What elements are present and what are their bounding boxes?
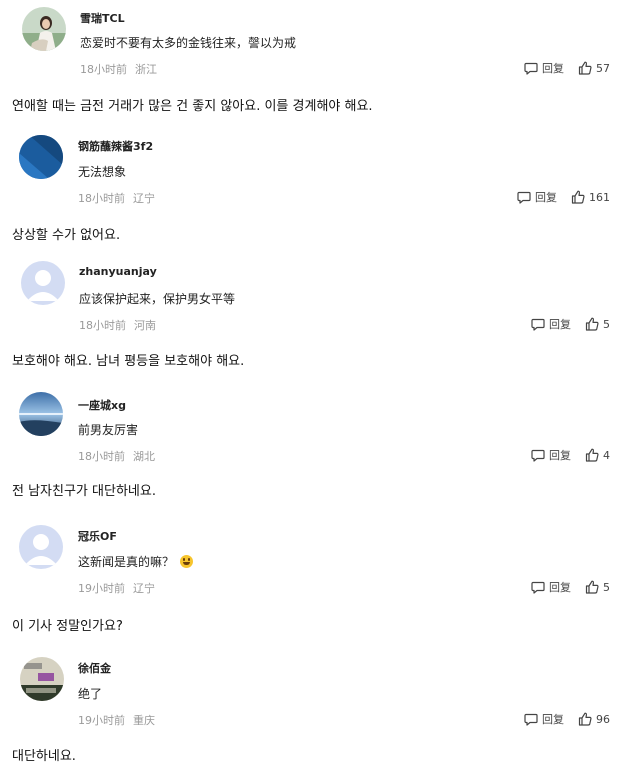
like-button[interactable]: 161 xyxy=(571,190,610,204)
comment-actions: 回复 161 xyxy=(517,189,610,205)
comment-actions: 回复 5 xyxy=(531,579,610,595)
timestamp: 19小时前 xyxy=(78,582,125,595)
reply-button[interactable]: 回复 xyxy=(531,316,571,332)
location: 河南 xyxy=(134,319,156,332)
reply-button[interactable]: 回复 xyxy=(531,579,571,595)
comment-item: 冠乐OF 这新闻是真的嘛？ 19小时前 辽宁 回复 5 이 기사 정말인가요? xyxy=(0,520,638,640)
like-button[interactable]: 57 xyxy=(578,61,610,75)
thumbs-up-icon xyxy=(578,61,596,75)
location: 湖北 xyxy=(133,450,155,463)
reply-button[interactable]: 回复 xyxy=(517,189,557,205)
username[interactable]: 雪瑞TCL xyxy=(80,10,125,26)
reply-label: 回复 xyxy=(535,191,557,204)
comment-item: 雪瑞TCL 恋爱时不要有太多的金钱往来，謦以为戒 18小时前 浙江 回复 57 연… xyxy=(0,0,638,120)
thumbs-up-icon xyxy=(585,317,603,331)
like-count: 4 xyxy=(603,448,610,462)
location: 辽宁 xyxy=(133,192,155,205)
comment-text: 恋爱时不要有太多的金钱往来，謦以为戒 xyxy=(80,36,297,50)
location: 辽宁 xyxy=(133,582,155,595)
like-count: 5 xyxy=(603,580,610,594)
comment-text: 无法想象 xyxy=(78,165,127,179)
comment-item: 钢筋蘸辣酱3f2 无法想象 18小时前 辽宁 回复 161 상상할 수가 없어요. xyxy=(0,128,638,248)
comment-meta: 18小时前 河南 xyxy=(79,317,156,333)
like-count: 96 xyxy=(596,712,610,726)
like-button[interactable]: 5 xyxy=(585,580,610,594)
comment-bubble-icon xyxy=(531,449,549,462)
avatar[interactable] xyxy=(19,135,63,179)
username[interactable]: 冠乐OF xyxy=(78,528,117,544)
comment-bubble-icon xyxy=(524,713,542,726)
comment-actions: 回复 5 xyxy=(531,316,610,332)
reply-label: 回复 xyxy=(542,62,564,75)
comment-bubble-icon xyxy=(531,581,549,594)
comment-text-content: 这新闻是真的嘛？ xyxy=(78,555,175,569)
location: 浙江 xyxy=(135,63,157,76)
username[interactable]: 徐佰金 xyxy=(78,660,111,676)
comment-text: 前男友厉害 xyxy=(78,423,139,437)
reply-label: 回复 xyxy=(549,581,571,594)
comment-bubble-icon xyxy=(517,191,535,204)
avatar[interactable] xyxy=(22,7,66,51)
avatar[interactable] xyxy=(19,525,63,569)
avatar[interactable] xyxy=(20,657,64,701)
thumbs-up-icon xyxy=(571,190,589,204)
comment-bubble-icon xyxy=(524,62,542,75)
reply-label: 回复 xyxy=(549,318,571,331)
comment-bubble-icon xyxy=(531,318,549,331)
username[interactable]: zhanyuanjay xyxy=(79,265,157,278)
translation-text: 이 기사 정말인가요? xyxy=(12,619,123,634)
timestamp: 18小时前 xyxy=(79,319,126,332)
translation-text: 대단하네요. xyxy=(12,749,76,764)
comment-meta: 19小时前 重庆 xyxy=(78,712,155,728)
like-count: 57 xyxy=(596,61,610,75)
like-count: 5 xyxy=(603,317,610,331)
thumbs-up-icon xyxy=(578,712,596,726)
translation-text: 전 남자친구가 대단하네요. xyxy=(12,484,156,499)
reply-label: 回复 xyxy=(549,449,571,462)
timestamp: 18小时前 xyxy=(80,63,127,76)
like-button[interactable]: 4 xyxy=(585,448,610,462)
reply-button[interactable]: 回复 xyxy=(524,711,564,727)
location: 重庆 xyxy=(133,714,155,727)
reply-label: 回复 xyxy=(542,713,564,726)
username[interactable]: 一座城xg xyxy=(78,397,126,413)
like-button[interactable]: 5 xyxy=(585,317,610,331)
timestamp: 18小时前 xyxy=(78,450,125,463)
comment-actions: 回复 57 xyxy=(524,60,610,76)
comment-meta: 18小时前 湖北 xyxy=(78,448,155,464)
comment-text: 应该保护起来，保护男女平等 xyxy=(79,292,236,306)
comment-meta: 18小时前 浙江 xyxy=(80,61,157,77)
translation-text: 보호해야 해요. 남녀 평등을 보호해야 해요. xyxy=(12,354,245,369)
comment-text: 这新闻是真的嘛？ xyxy=(78,553,194,570)
comment-item: zhanyuanjay 应该保护起来，保护男女平等 18小时前 河南 回复 5 보… xyxy=(0,258,638,378)
timestamp: 19小时前 xyxy=(78,714,125,727)
comment-meta: 18小时前 辽宁 xyxy=(78,190,155,206)
reply-button[interactable]: 回复 xyxy=(531,447,571,463)
comment-actions: 回复 4 xyxy=(531,447,610,463)
comment-item: 一座城xg 前男友厉害 18小时前 湖北 回复 4 전 남자친구가 대단하네요. xyxy=(0,389,638,509)
comment-actions: 回复 96 xyxy=(524,711,610,727)
translation-text: 상상할 수가 없어요. xyxy=(12,228,121,243)
avatar[interactable] xyxy=(19,392,63,436)
like-count: 161 xyxy=(589,190,610,204)
like-button[interactable]: 96 xyxy=(578,712,610,726)
laughing-emoji-icon xyxy=(180,555,194,568)
thumbs-up-icon xyxy=(585,580,603,594)
thumbs-up-icon xyxy=(585,448,603,462)
reply-button[interactable]: 回复 xyxy=(524,60,564,76)
avatar[interactable] xyxy=(21,261,65,305)
comment-meta: 19小时前 辽宁 xyxy=(78,580,155,596)
timestamp: 18小时前 xyxy=(78,192,125,205)
username[interactable]: 钢筋蘸辣酱3f2 xyxy=(78,138,153,154)
comment-item: 徐佰金 绝了 19小时前 重庆 回复 96 대단하네요. xyxy=(0,652,638,781)
comment-text: 绝了 xyxy=(78,687,103,701)
translation-text: 연애할 때는 금전 거래가 많은 건 좋지 않아요. 이를 경계해야 해요. xyxy=(12,99,373,114)
